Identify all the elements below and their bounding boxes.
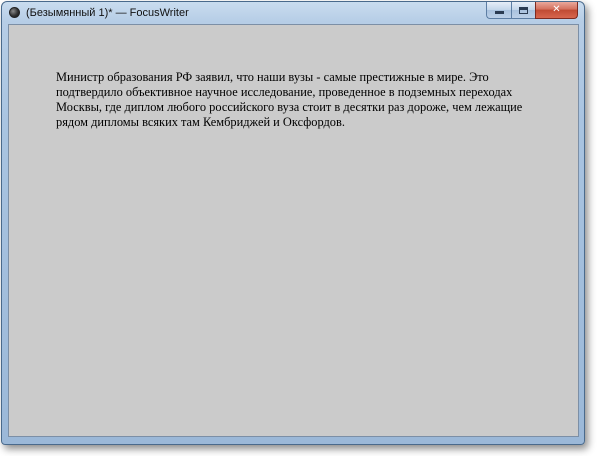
app-window: (Безымянный 1)* — FocusWriter ✕ Министр … [1,1,585,445]
title-bar[interactable]: (Безымянный 1)* — FocusWriter ✕ [2,2,584,24]
document-text[interactable]: Министр образования РФ заявил, что наши … [56,70,526,130]
close-icon: ✕ [552,4,561,15]
editor-area[interactable]: Министр образования РФ заявил, что наши … [8,24,579,437]
maximize-button[interactable] [511,2,535,19]
maximize-icon [519,6,528,14]
window-title: (Безымянный 1)* — FocusWriter [26,7,189,19]
close-button[interactable]: ✕ [535,2,578,19]
focuswriter-app-icon[interactable] [9,7,20,18]
window-controls: ✕ [486,2,578,20]
minimize-icon [494,11,504,14]
minimize-button[interactable] [486,2,511,19]
